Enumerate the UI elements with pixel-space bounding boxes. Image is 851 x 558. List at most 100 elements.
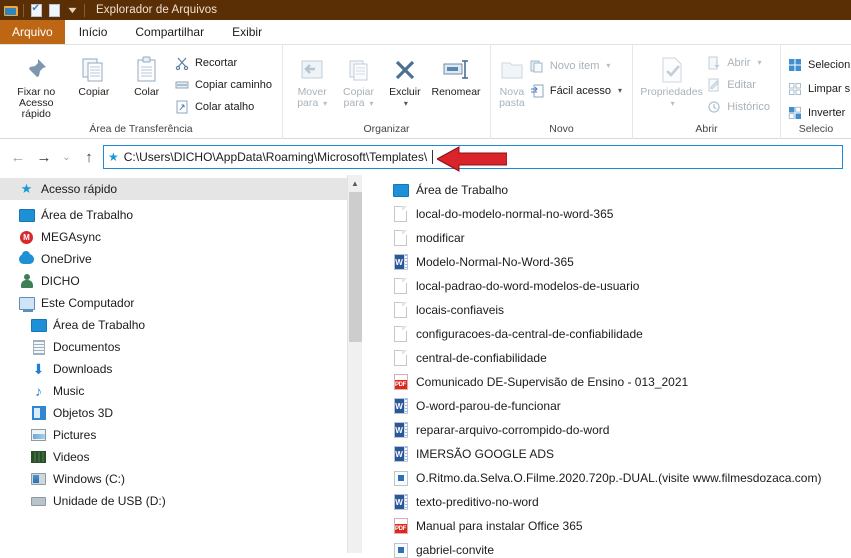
favorite-star-icon: ★ [108,150,119,164]
file-name: reparar-arquivo-corrompido-do-word [416,423,610,437]
navigation-tree: ★ Acesso rápido Área de Trabalho M MEGAs… [0,175,362,512]
ribbon-group-clipboard: Fixar no Acesso rápido Copiar Colar Reco… [0,45,283,139]
select-all-button[interactable]: Selecion [787,55,851,74]
rename-icon [441,53,471,87]
easy-access-label: Fácil acesso [549,84,611,97]
media-file-icon [392,470,409,487]
new-item-icon [529,58,545,74]
list-item[interactable]: PDF Manual para instalar Office 365 [362,514,851,538]
star-icon: ★ [20,181,33,196]
pin-to-quick-access-button[interactable]: Fixar no Acesso rápido [6,49,67,120]
sidebar-item-label: Videos [53,450,90,464]
forward-button[interactable]: → [32,145,56,169]
new-folder-icon [499,53,525,87]
delete-button[interactable]: Excluir ▾ [382,49,428,109]
new-folder-button[interactable]: Nova pasta [497,49,527,109]
tab-compartilhar[interactable]: Compartilhar [121,20,218,44]
properties-button[interactable]: Propriedades ▾ [639,49,704,109]
history-button[interactable]: Histórico [706,97,774,116]
list-item[interactable]: central-de-confiabilidade [362,346,851,370]
sidebar-item-windows-c[interactable]: Windows (C:) [0,468,362,490]
new-folder-icon[interactable] [45,2,63,18]
new-small-commands: Novo item ▾ Fácil acesso ▾ [529,49,626,100]
tab-arquivo[interactable]: Arquivo [0,20,65,44]
tab-exibir[interactable]: Exibir [218,20,276,44]
copy-to-button[interactable]: Copiar para ▾ [335,49,381,109]
properties-icon[interactable] [27,2,45,18]
copy-button[interactable]: Copiar [69,49,120,98]
list-item[interactable]: Área de Trabalho [362,178,851,202]
sidebar-item-area-de-trabalho-child[interactable]: Área de Trabalho [0,314,362,336]
group-label-new: Novo [549,123,574,135]
cut-button[interactable]: Recortar [174,53,276,72]
tab-inicio[interactable]: Início [64,20,122,44]
list-item[interactable]: local-do-modelo-normal-no-word-365 [362,202,851,226]
list-item[interactable]: O.Ritmo.da.Selva.O.Filme.2020.720p.-DUAL… [362,466,851,490]
sidebar-item-objetos-3d[interactable]: Objetos 3D [0,402,362,424]
history-label: Histórico [727,100,770,113]
open-button[interactable]: Abrir ▾ [706,53,774,72]
sidebar-item-downloads[interactable]: ⬇ Downloads [0,358,362,380]
sidebar-item-megasync[interactable]: M MEGAsync [0,226,362,248]
up-button[interactable]: ↑ [77,145,101,169]
pictures-icon [30,427,47,443]
sidebar-item-music[interactable]: ♪ Music [0,380,362,402]
sidebar-item-label: Documentos [53,340,121,354]
list-item[interactable]: locais-confiaveis [362,298,851,322]
navigation-pane-scrollbar[interactable]: ▲ [347,175,362,553]
list-item[interactable]: W reparar-arquivo-corrompido-do-word [362,418,851,442]
paste-button[interactable]: Colar [121,49,172,98]
back-button[interactable]: ← [6,145,30,169]
sidebar-item-label: Pictures [53,428,97,442]
list-item[interactable]: W IMERSÃO GOOGLE ADS [362,442,851,466]
scrollbar-thumb[interactable] [349,192,362,342]
list-item[interactable]: local-padrao-do-word-modelos-de-usuario [362,274,851,298]
easy-access-button[interactable]: Fácil acesso ▾ [529,81,626,100]
list-item[interactable]: W O-word-parou-de-funcionar [362,394,851,418]
select-all-label: Selecion [808,58,851,71]
sidebar-item-acesso-rapido[interactable]: ★ Acesso rápido [0,178,362,200]
chevron-down-icon[interactable]: ▼ [63,2,81,18]
sidebar-item-videos[interactable]: Videos [0,446,362,468]
paste-shortcut-button[interactable]: Colar atalho [174,97,276,116]
copy-path-button[interactable]: Copiar caminho [174,75,276,94]
move-to-button[interactable]: Mover para ▾ [289,49,335,109]
navigation-pane: ★ Acesso rápido Área de Trabalho M MEGAs… [0,175,362,553]
sidebar-item-dicho[interactable]: DICHO [0,270,362,292]
copy-label: Copiar [78,86,110,98]
address-input[interactable]: C:\Users\DICHO\AppData\Roaming\Microsoft… [124,150,427,164]
edit-button[interactable]: Editar [706,75,774,94]
file-name: texto-preditivo-no-word [416,495,539,509]
select-none-label: Limpar s [808,82,851,95]
invert-selection-button[interactable]: Inverter [787,103,851,122]
recent-locations-button[interactable]: ⌄ [58,145,75,169]
music-icon: ♪ [35,383,42,399]
file-name: local-do-modelo-normal-no-word-365 [416,207,614,221]
list-item[interactable]: W texto-preditivo-no-word [362,490,851,514]
sidebar-item-pictures[interactable]: Pictures [0,424,362,446]
properties-icon [658,53,686,87]
copy-path-icon [174,77,190,93]
sidebar-item-este-computador[interactable]: Este Computador [0,292,362,314]
list-item[interactable]: PDF Comunicado DE-Supervisão de Ensino -… [362,370,851,394]
sidebar-item-documentos[interactable]: Documentos [0,336,362,358]
sidebar-item-unidade-usb-d[interactable]: Unidade de USB (D:) [0,490,362,512]
downloads-icon: ⬇ [32,361,45,377]
sidebar-item-area-de-trabalho[interactable]: Área de Trabalho [0,204,362,226]
user-icon [18,273,35,289]
new-item-button[interactable]: Novo item ▾ [529,56,626,75]
text-caret [432,150,434,164]
select-small-commands: Selecion Limpar s Inverter [787,49,851,122]
rename-button[interactable]: Renomear [428,49,484,98]
list-item[interactable]: configuracoes-da-central-de-confiabilida… [362,322,851,346]
scroll-up-icon[interactable]: ▲ [348,175,362,191]
word-document-icon: W [392,446,409,463]
cut-label: Recortar [194,56,238,69]
sidebar-item-onedrive[interactable]: OneDrive [0,248,362,270]
list-item[interactable]: modificar [362,226,851,250]
select-none-button[interactable]: Limpar s [787,79,851,98]
list-item[interactable]: gabriel-convite [362,538,851,558]
invert-selection-icon [787,105,803,121]
list-item[interactable]: W Modelo-Normal-No-Word-365 [362,250,851,274]
file-name: Comunicado DE-Supervisão de Ensino - 013… [416,375,689,389]
